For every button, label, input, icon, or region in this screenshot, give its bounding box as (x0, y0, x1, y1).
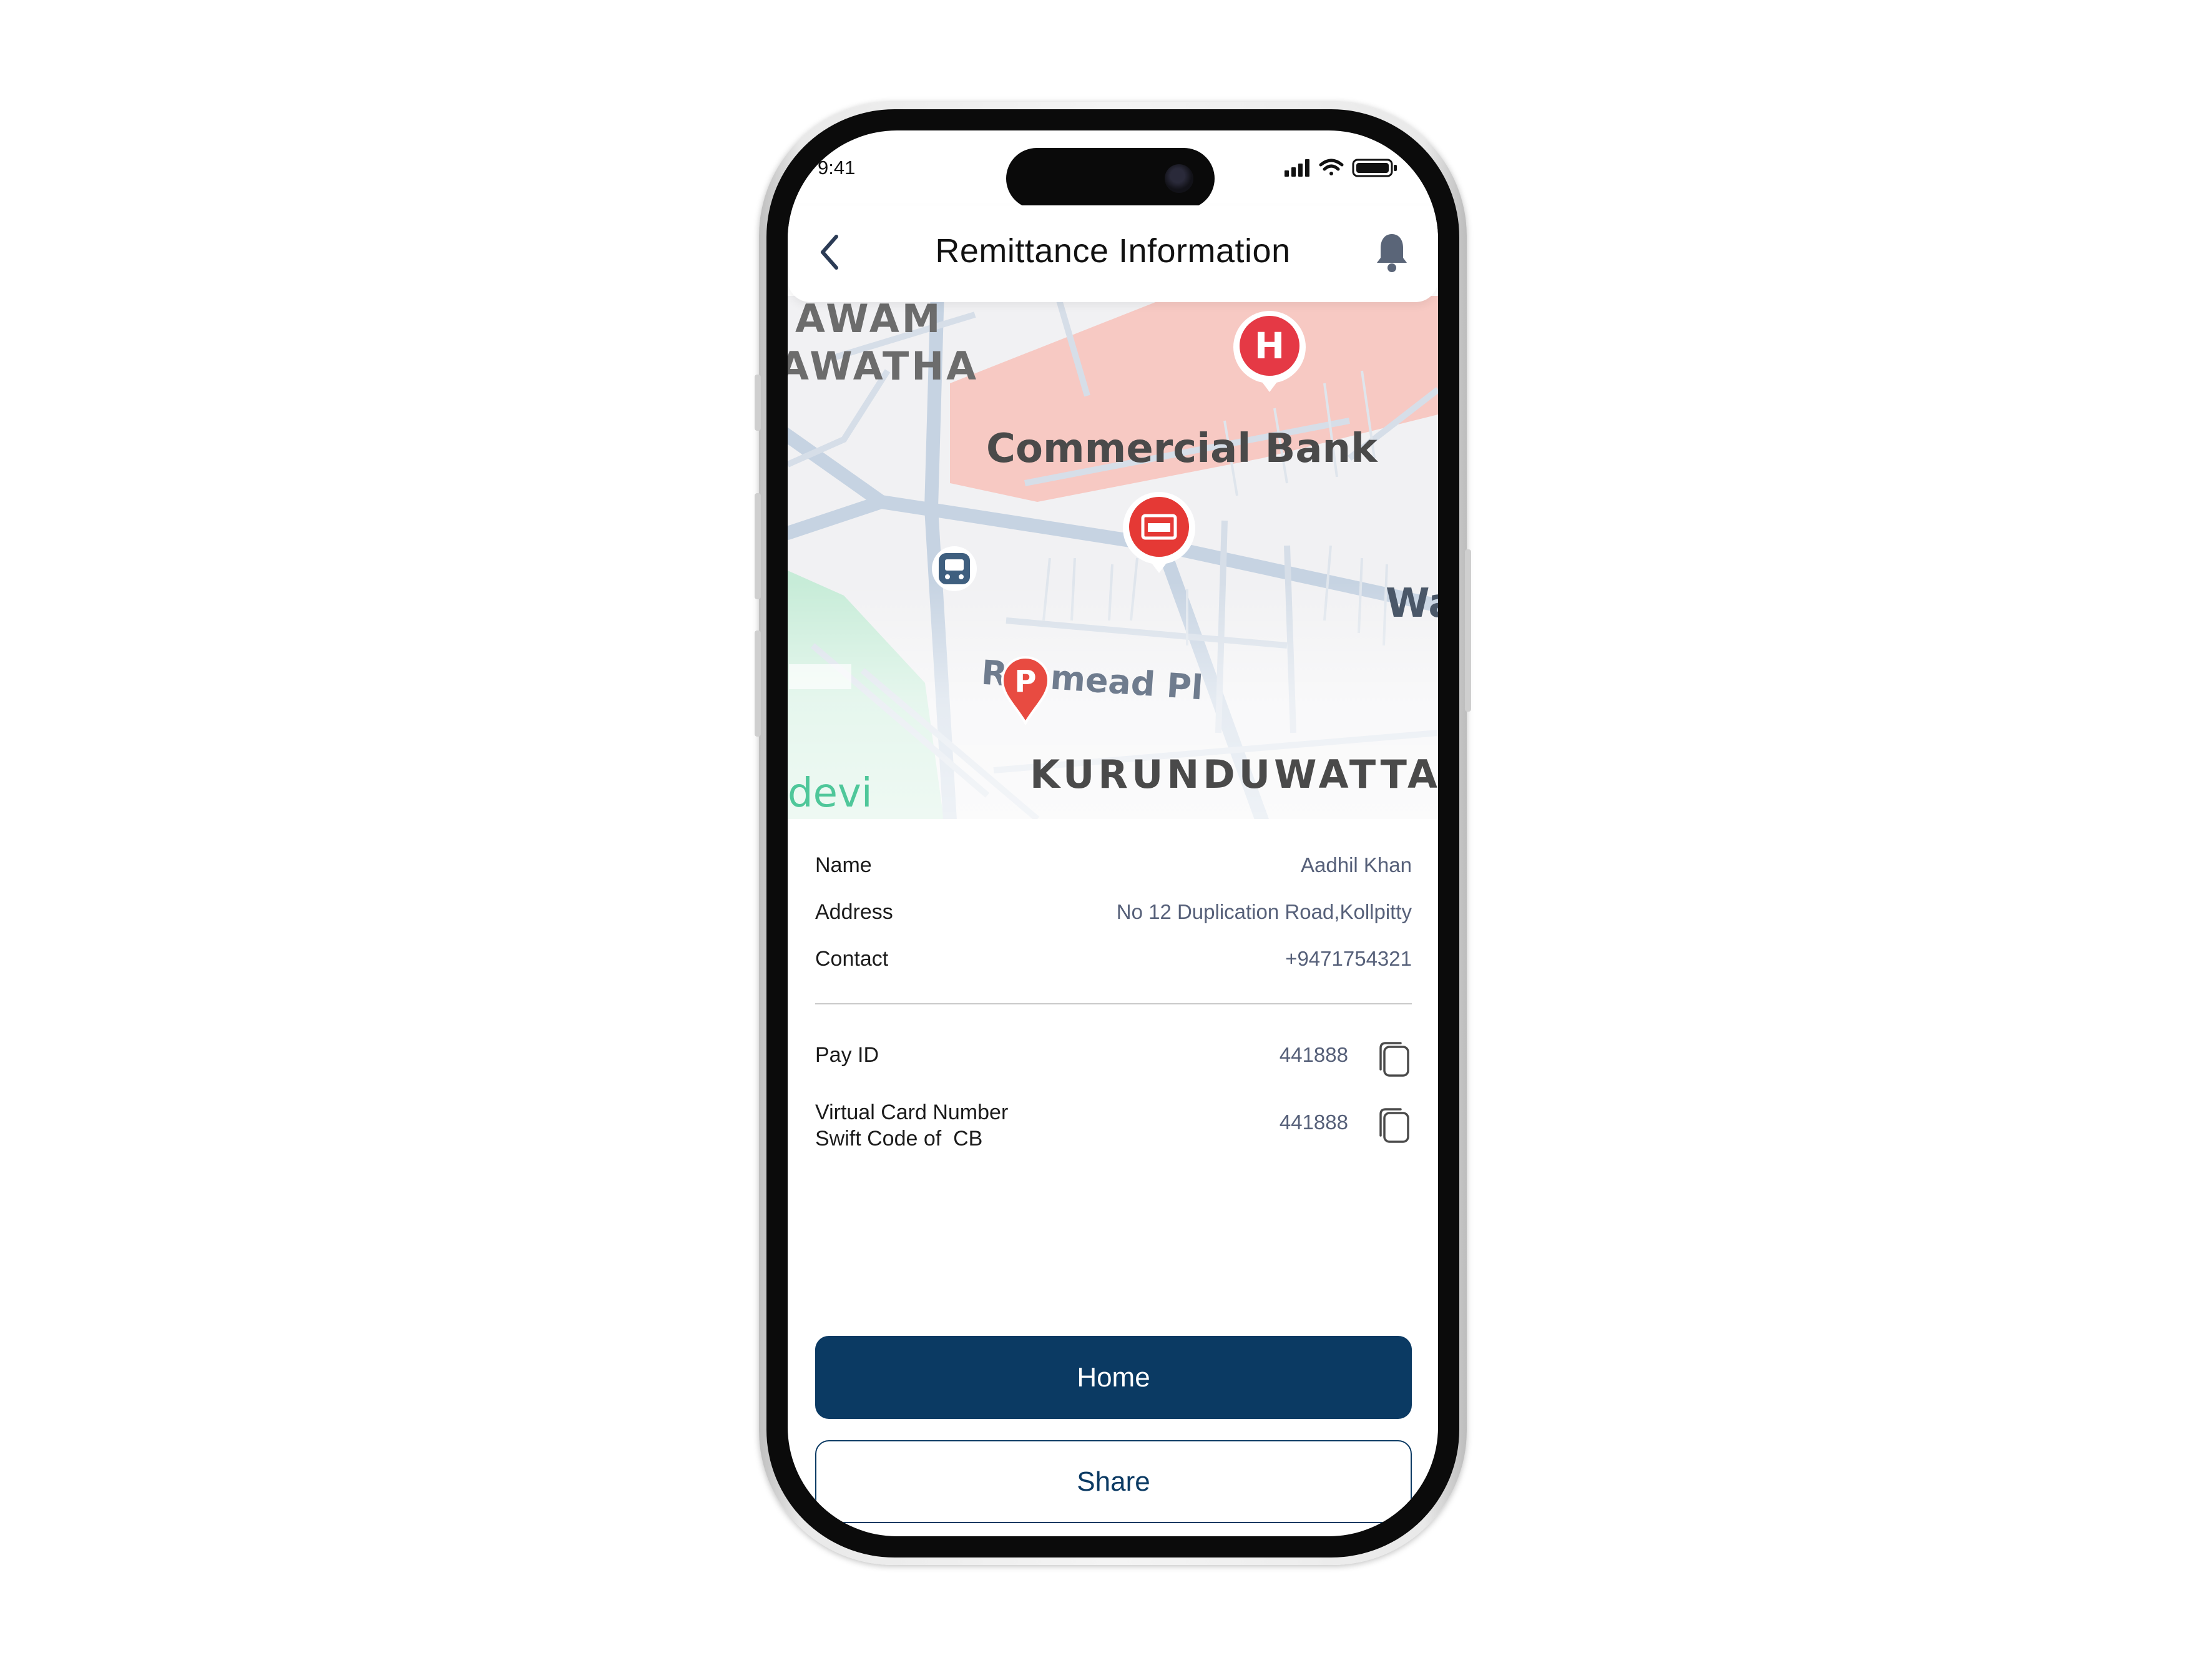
svg-text:H: H (1255, 325, 1285, 367)
map-label-devi: devi (788, 770, 873, 817)
virtual-card-label-line1: Virtual Card Number (815, 1101, 1009, 1124)
virtual-card-row: Virtual Card Number Swift Code of CB 441… (815, 1099, 1412, 1155)
pay-id-label: Pay ID (815, 1043, 879, 1067)
address-label: Address (815, 900, 893, 924)
map-view[interactable]: AWAM AWATHA Commercial Bank Wa Rosmead P… (788, 296, 1438, 819)
address-row: Address No 12 Duplication Road,Kollpitty (815, 900, 1412, 928)
signal-icon (1285, 159, 1309, 177)
map-label-awam: AWAM (795, 296, 943, 341)
virtual-card-label: Virtual Card Number Swift Code of CB (815, 1099, 1008, 1152)
hospital-marker-icon[interactable]: H (1231, 308, 1308, 396)
name-row: Name Aadhil Khan (815, 853, 1412, 881)
contact-label: Contact (815, 947, 889, 971)
page-title: Remittance Information (935, 232, 1291, 270)
status-time: 9:41 (818, 157, 856, 179)
wifi-icon (1319, 159, 1344, 175)
parking-marker-icon[interactable]: P (999, 654, 1052, 725)
share-button[interactable]: Share (815, 1440, 1412, 1523)
name-label: Name (815, 853, 872, 877)
camera-icon (1165, 164, 1193, 193)
map-label-awatha: AWATHA (788, 343, 979, 389)
virtual-card-value: 441888 (1279, 1111, 1348, 1134)
side-button (755, 630, 761, 737)
address-value: No 12 Duplication Road,Kollpitty (1116, 900, 1412, 923)
map-label-kurunduwatta: KURUNDUWATTA (1030, 752, 1438, 797)
contact-row: Contact +9471754321 (815, 947, 1412, 974)
side-button (1465, 549, 1471, 712)
map-label-commercial-bank: Commercial Bank (986, 426, 1378, 472)
copy-icon[interactable] (1374, 1039, 1412, 1079)
app-header: Remittance Information (788, 205, 1438, 302)
map-label-wa: Wa (1386, 581, 1438, 627)
pay-id-row: Pay ID 441888 (815, 1042, 1412, 1081)
dynamic-island (1006, 148, 1215, 209)
pay-id-value: 441888 (1279, 1043, 1348, 1066)
virtual-card-label-line2: Swift Code of CB (815, 1127, 983, 1150)
side-button (755, 375, 761, 431)
screen: 9:41 Remittance Information AWAM AWATHA … (788, 130, 1438, 1536)
status-icons (1285, 159, 1397, 177)
bus-stop-icon[interactable] (930, 544, 979, 593)
copy-icon[interactable] (1374, 1106, 1412, 1145)
name-value: Aadhil Khan (1301, 853, 1412, 876)
side-button (755, 493, 761, 599)
contact-value: +9471754321 (1285, 947, 1412, 970)
battery-icon (1352, 159, 1397, 177)
divider (815, 1003, 1412, 1004)
svg-text:P: P (1014, 664, 1036, 699)
bell-icon[interactable] (1373, 230, 1411, 274)
home-button[interactable]: Home (815, 1336, 1412, 1419)
bank-marker-icon[interactable] (1120, 489, 1198, 577)
